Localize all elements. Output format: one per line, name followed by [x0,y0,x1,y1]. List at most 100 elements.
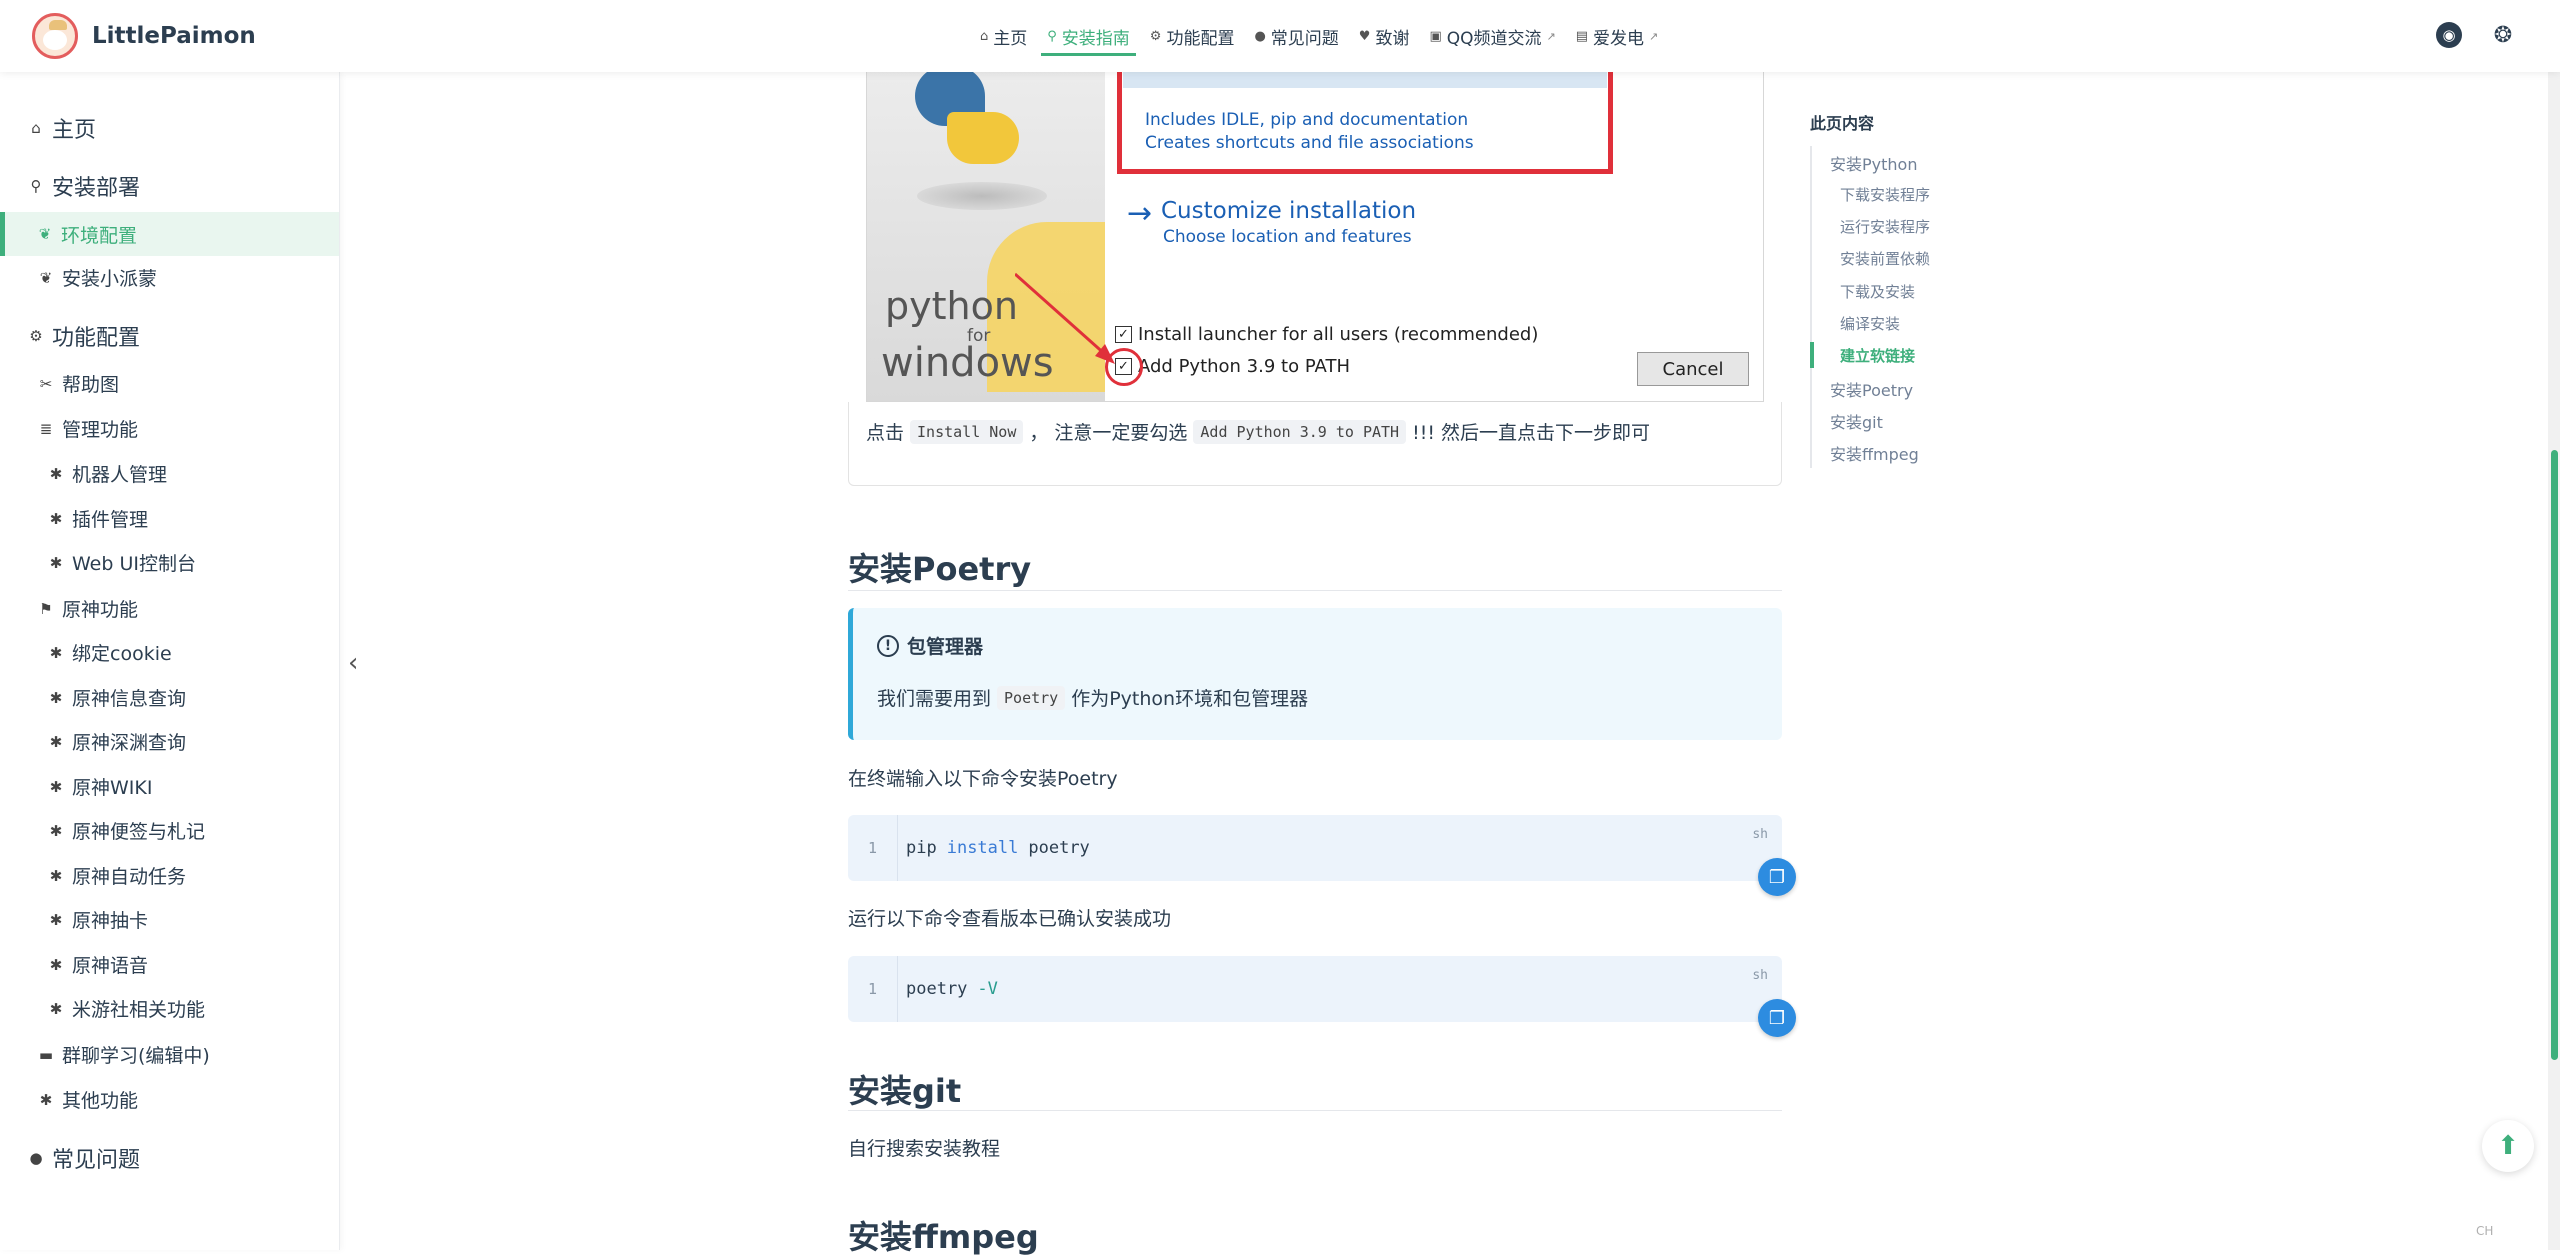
toc-item[interactable]: 安装git [1830,409,1883,433]
heading-divider [848,1110,1782,1111]
puzzle-icon: ✱ [49,509,63,528]
sidebar-item-wiki[interactable]: ✱ 原神WIKI [48,773,153,800]
sidebar-section-install[interactable]: ⚲ 安装部署 [28,170,141,202]
paimon-logo-icon [32,13,78,59]
sidebar-item-help-map[interactable]: ✂ 帮助图 [38,370,119,397]
sidebar-item-voice[interactable]: ✱ 原神语音 [48,951,148,978]
sidebar-section-features[interactable]: ⚙ 功能配置 [28,320,140,352]
line-number: 1 [848,815,898,881]
nav-thanks[interactable]: ♥ 致谢 [1359,0,1410,72]
sidebar-item-auto-tasks[interactable]: ✱ 原神自动任务 [48,862,186,889]
sidebar-item-env-config[interactable]: ❦ 环境配置 [0,212,339,256]
poetry-intro-text: 在终端输入以下命令安装Poetry [848,764,1118,791]
toc-item[interactable]: 下载安装程序 [1840,184,1930,205]
sidebar-item-label: 环境配置 [61,224,138,247]
nav-faq[interactable]: ● 常见问题 [1254,0,1338,72]
nav-qq-channel-label: QQ频道交流 [1446,28,1542,49]
sidebar-item-robot-manage[interactable]: ✱ 机器人管理 [48,460,167,487]
sidebar-item-plugin-manage[interactable]: ✱ 插件管理 [48,505,148,532]
sidebar-item-group-learning[interactable]: ▬ 群聊学习(编辑中) [38,1041,210,1068]
toc-item[interactable]: 编译安装 [1840,313,1900,334]
sidebar-item-label: 原神功能 [62,599,139,621]
copy-code-button[interactable]: ❐ [1758,999,1796,1037]
install-launcher-label: Install launcher for all users (recommen… [1138,324,1539,345]
sidebar-item-notes[interactable]: ✱ 原神便签与札记 [48,817,205,844]
puzzle-icon: ✱ [49,866,63,885]
sidebar-item-label: 群聊学习(编辑中) [62,1045,210,1067]
nav-install-guide-label: 安装指南 [1061,28,1130,49]
python-word: python [885,284,1018,328]
nav-home[interactable]: ⌂ 主页 [980,0,1027,72]
verify-text: 运行以下命令查看版本已确认安装成功 [848,904,1171,931]
sidebar-item-label: 绑定cookie [72,643,172,665]
sidebar-item-label: 安装部署 [52,176,141,201]
git-label: 自行搜索安装教程 [848,1138,1001,1160]
heading-install-poetry: 安装Poetry [848,550,1032,588]
toc-item-active[interactable]: 建立软链接 [1840,345,1915,366]
toc-item[interactable]: 安装Python [1830,151,1917,175]
heading-divider [848,590,1782,591]
install-instruction: 点击 Install Now ， 注意一定要勾选 Add Python 3.9 … [866,418,1650,445]
sidebar-item-genshin[interactable]: ⚑ 原神功能 [38,595,138,622]
tip-body-text-a: 我们需要用到 [877,688,992,710]
theme-toggle-icon[interactable]: ❂ [2490,22,2516,48]
scrollbar-thumb[interactable] [2551,450,2558,1060]
puzzle-icon: ✱ [49,553,63,572]
installer-cancel-button: Cancel [1637,352,1749,386]
external-link-icon: ↗ [1546,29,1556,43]
puzzle-icon: ✱ [49,999,63,1018]
sidebar-item-gacha[interactable]: ✱ 原神抽卡 [48,906,148,933]
customize-installation-link: Customize installation [1161,198,1417,224]
chat-icon: ▣ [1429,28,1442,44]
brand-link[interactable]: LittlePaimon [32,13,256,59]
nav-install-guide[interactable]: ⚲ 安装指南 [1041,0,1136,72]
sidebar-item-other[interactable]: ✱ 其他功能 [38,1086,138,1113]
toc-item[interactable]: 运行安装程序 [1840,216,1930,237]
nav-qq-channel[interactable]: ▣ QQ频道交流 ↗ [1429,0,1555,72]
toc-item[interactable]: 安装前置依赖 [1840,248,1930,269]
sidebar: ⌂ 主页 ⚲ 安装部署 ❦ 环境配置 ❦ 安装小派蒙 ⚙ 功能配置 ✂ 帮助图 … [0,72,340,1250]
nav-feature-config-label: 功能配置 [1166,28,1235,49]
sidebar-item-miyoushe[interactable]: ✱ 米游社相关功能 [48,995,205,1022]
install-launcher-checkbox-row: ✓ Install launcher for all users (recomm… [1115,324,1538,345]
instruction-text-b: ， 注意一定要勾选 [1029,422,1188,444]
code-language-label: sh [1752,968,1768,983]
sidebar-item-webui[interactable]: ✱ Web UI控制台 [48,549,196,576]
sidebar-item-bind-cookie[interactable]: ✱ 绑定cookie [48,639,172,666]
annotation-arrow-icon [1015,272,1115,364]
puzzle-icon: ✱ [49,688,63,707]
charge-icon: ▤ [1575,28,1589,44]
settings-icon: ⚙ [29,327,43,345]
leaf-icon: ❦ [39,268,53,287]
sidebar-section-faq[interactable]: ● 常见问题 [28,1142,140,1174]
sidebar-collapse-chevron-icon[interactable]: ‹ [348,648,358,678]
toc-item[interactable]: 下载及安装 [1840,281,1915,302]
puzzle-icon: ✱ [49,955,63,974]
sidebar-item-label: 功能配置 [52,326,141,351]
toc-item[interactable]: 安装Poetry [1830,377,1913,401]
nav-feature-config[interactable]: ⚙ 功能配置 [1150,0,1235,72]
python-logo-shadow [917,182,1047,210]
code-line: poetry -V [906,956,998,1022]
sidebar-item-info-query[interactable]: ✱ 原神信息查询 [48,684,186,711]
tools-icon: ✂ [39,374,53,393]
nav-home-label: 主页 [993,28,1028,49]
info-icon: ● [29,1149,43,1167]
back-to-top-button[interactable]: ⬆ [2482,1120,2534,1172]
sidebar-item-label: 原神WIKI [72,777,153,799]
toc-item[interactable]: 安装ffmpeg [1830,441,1919,465]
nav-afdian[interactable]: ▤ 爱发电 ↗ [1576,0,1659,72]
nav-right-icons: ◉ ❂ [2436,22,2516,48]
sidebar-item-abyss-query[interactable]: ✱ 原神深渊查询 [48,728,186,755]
install-now-detail-1: Includes IDLE, pip and documentation [1145,110,1469,130]
map-pin-icon: ⚲ [30,177,42,195]
sidebar-item-manage[interactable]: ≣ 管理功能 [38,415,138,442]
copy-code-button[interactable]: ❐ [1758,858,1796,896]
add-path-code: Add Python 3.9 to PATH [1193,419,1407,444]
verify-label: 运行以下命令查看版本已确认安装成功 [848,908,1172,930]
heading-install-git: 安装git [848,1072,962,1110]
github-icon[interactable]: ◉ [2436,22,2462,48]
alert-circle-icon: ! [877,634,899,657]
sidebar-item-install-paimon[interactable]: ❦ 安装小派蒙 [38,264,157,291]
sidebar-item-home[interactable]: ⌂ 主页 [28,112,96,144]
